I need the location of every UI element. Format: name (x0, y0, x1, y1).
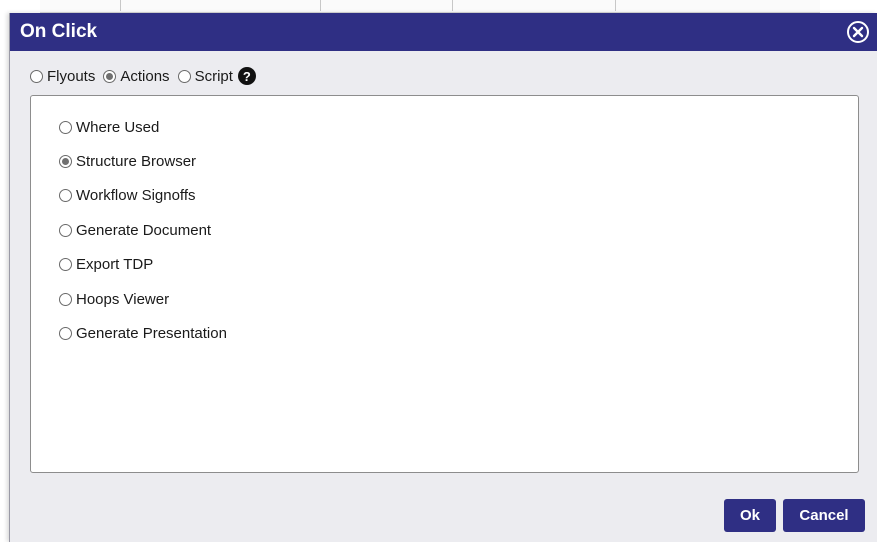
mode-option-flyouts[interactable]: Flyouts (30, 68, 95, 85)
background-table-header (40, 0, 820, 13)
mode-option-label: Flyouts (47, 67, 96, 85)
radio-button-selected[interactable] (103, 69, 117, 83)
action-label: Generate Presentation (76, 325, 227, 343)
action-label: Generate Document (76, 221, 212, 239)
radio-button[interactable] (177, 69, 191, 83)
radio-button-selected[interactable] (59, 155, 72, 169)
action-item-structure-browser[interactable]: Structure Browser (59, 144, 227, 178)
radio-button[interactable] (59, 258, 72, 272)
question-mark-icon[interactable]: ? (237, 67, 256, 85)
actions-list: Where Used Structure Browser Workflow Si… (59, 110, 227, 351)
ok-button[interactable]: Ok (724, 499, 776, 532)
on-click-dialog: On Click Flyouts Actions Script ? Where … (9, 13, 877, 542)
cancel-button[interactable]: Cancel (783, 499, 865, 532)
mode-option-actions[interactable]: Actions (103, 67, 170, 85)
action-item-generate-presentation[interactable]: Generate Presentation (59, 316, 227, 350)
action-label: Workflow Signoffs (76, 187, 196, 205)
mode-selector: Flyouts Actions Script ? (30, 65, 256, 87)
dialog-titlebar: On Click (10, 13, 877, 51)
mode-option-label: Actions (120, 67, 170, 85)
mode-option-script[interactable]: Script (177, 67, 233, 85)
radio-button[interactable] (30, 69, 43, 83)
action-item-workflow-signoffs[interactable]: Workflow Signoffs (59, 179, 227, 213)
dialog-footer: Ok Cancel (10, 483, 877, 542)
radio-button[interactable] (59, 189, 72, 203)
action-item-export-tdp[interactable]: Export TDP (59, 248, 227, 282)
close-icon[interactable] (846, 20, 870, 44)
action-item-where-used[interactable]: Where Used (59, 110, 227, 144)
column-divider (120, 0, 121, 11)
radio-button[interactable] (59, 327, 72, 341)
action-label: Structure Browser (76, 153, 197, 171)
dialog-title: On Click (20, 21, 98, 42)
actions-panel: Where Used Structure Browser Workflow Si… (30, 95, 859, 473)
action-item-generate-document[interactable]: Generate Document (59, 213, 227, 247)
column-divider (615, 0, 616, 11)
radio-button[interactable] (59, 223, 72, 237)
radio-button[interactable] (59, 292, 72, 306)
action-label: Export TDP (76, 256, 154, 274)
radio-button[interactable] (59, 120, 72, 134)
column-divider (320, 0, 321, 11)
action-label: Where Used (76, 118, 160, 136)
action-item-hoops-viewer[interactable]: Hoops Viewer (59, 282, 227, 316)
column-divider (452, 0, 453, 11)
action-label: Hoops Viewer (76, 290, 170, 308)
mode-option-label: Script (194, 67, 233, 85)
